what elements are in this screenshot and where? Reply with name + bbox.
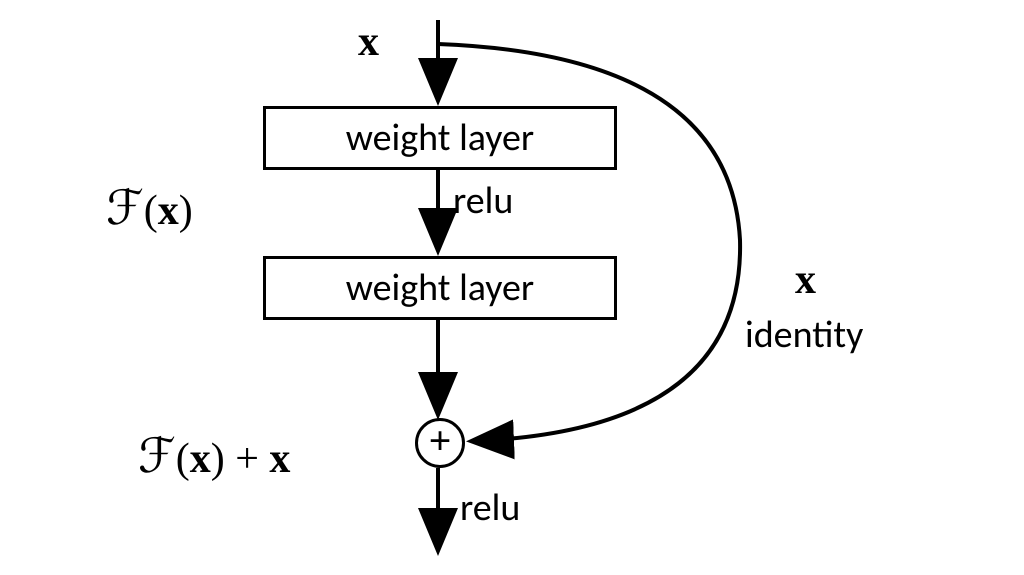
fx-label: ℱ(x) — [106, 180, 193, 236]
skip-connection-arrow — [438, 44, 740, 441]
relu-label-1: relu — [453, 178, 513, 224]
weight-layer-2: weight layer — [263, 256, 617, 320]
input-label: x — [358, 18, 379, 66]
sum-node: + — [415, 418, 465, 468]
skip-x-label: x — [795, 256, 816, 304]
identity-label: identity — [745, 312, 863, 358]
residual-block-diagram: x weight layer relu weight layer ℱ(x) x … — [0, 0, 1024, 575]
relu-label-2: relu — [460, 485, 520, 531]
weight-layer-1: weight layer — [263, 106, 617, 170]
fx-plus-x-label: ℱ(x) + x — [138, 428, 290, 484]
